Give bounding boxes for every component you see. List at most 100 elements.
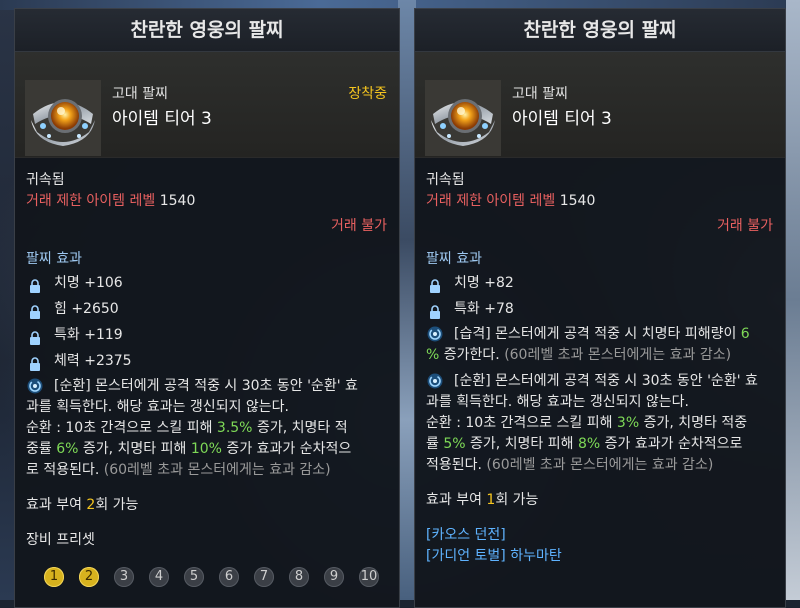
grant-value: 2 <box>86 497 96 513</box>
preset-7[interactable]: 7 <box>254 567 274 587</box>
equipment-preset-label: 장비 프리셋 <box>26 532 95 548</box>
acquisition-link-chaos-dungeon[interactable]: [카오스 던전] <box>426 525 773 546</box>
effect-value: 6 <box>740 326 750 342</box>
effect-cycle: [순환] 몬스터에게 공격 적중 시 30초 동안 '순환' 효 <box>26 376 387 397</box>
bracelet-icon <box>425 80 501 156</box>
effect-text: 순환 : 10초 간격으로 스킬 피해 <box>26 420 217 436</box>
item-grade: 고대 팔찌 <box>512 86 568 102</box>
stat-row: 특화 +119 <box>26 322 387 348</box>
item-tooltip-equipped: 찬란한 영웅의 팔찌 고대 팔찌 아이템 티어 3 장착중 귀속됨 거래 제한 … <box>14 8 400 608</box>
item-tooltip-compare: 찬란한 영웅의 팔찌 고대 팔찌 아이템 티어 3 귀속됨 거래 제한 아이템 … <box>414 8 786 608</box>
lock-icon <box>29 354 41 371</box>
item-grade: 고대 팔찌 <box>112 86 168 102</box>
effect-note: (60레벨 초과 몬스터에게는 효과 감소) <box>486 457 714 473</box>
equipment-preset-row: 1 2 3 4 5 6 7 8 9 10 <box>26 557 387 591</box>
item-title: 찬란한 영웅의 팔찌 <box>15 9 399 52</box>
effect-value: 6% <box>56 441 79 457</box>
trade-status: 거래 불가 <box>717 218 773 234</box>
preset-1[interactable]: 1 <box>44 567 64 587</box>
lock-icon <box>429 302 441 319</box>
effect-line: 로 적용된다. (60레벨 초과 몬스터에게는 효과 감소) <box>26 460 387 481</box>
effect-text: 증가, 치명타 피해 <box>465 436 578 452</box>
preset-6[interactable]: 6 <box>219 567 239 587</box>
stat-row: 치명 +82 <box>426 270 773 296</box>
effect-line: 순환 : 10초 간격으로 스킬 피해 3.5% 증가, 치명타 적 <box>26 418 387 439</box>
trade-level-value: 1540 <box>559 193 596 209</box>
item-header: 고대 팔찌 아이템 티어 3 장착중 <box>15 52 399 158</box>
effect-note: (60레벨 초과 몬스터에게는 효과 감소) <box>103 462 331 478</box>
item-details: 귀속됨 거래 제한 아이템 레벨 1540 거래 불가 팔찌 효과 치명 +82… <box>415 158 785 567</box>
bound-status: 귀속됨 <box>426 172 465 188</box>
stat-text: 특화 +119 <box>54 327 123 343</box>
item-tier: 아이템 티어 3 <box>512 109 612 129</box>
preset-10[interactable]: 10 <box>359 567 379 587</box>
trade-level-label: 거래 제한 아이템 레벨 <box>426 193 556 209</box>
effect-line: 순환 : 10초 간격으로 스킬 피해 3% 증가, 치명타 적중 <box>426 413 773 434</box>
effect-line: 중률 6% 증가, 치명타 피해 10% 증가 효과가 순차적으 <box>26 439 387 460</box>
preset-3[interactable]: 3 <box>114 567 134 587</box>
effect-text: 증가 효과가 순차적으로 <box>600 436 743 452</box>
effect-cycle: [순환] 몬스터에게 공격 적중 시 30초 동안 '순환' 효 <box>426 371 773 392</box>
preset-4[interactable]: 4 <box>149 567 169 587</box>
effect-value: 3% <box>616 415 640 431</box>
effect-text: 증가, 치명타 피해 <box>78 441 191 457</box>
stat-row: 치명 +106 <box>26 270 387 296</box>
preset-5[interactable]: 5 <box>184 567 204 587</box>
stat-text: 체력 +2375 <box>54 353 132 369</box>
trade-level-restriction: 거래 제한 아이템 레벨 1540 <box>426 191 773 212</box>
effect-grant-count: 효과 부여 2회 가능 <box>26 495 387 516</box>
background-right-strip <box>786 0 800 600</box>
item-header: 고대 팔찌 아이템 티어 3 <box>415 52 785 158</box>
effect-grant-count: 효과 부여 1회 가능 <box>426 490 773 511</box>
equipped-badge: 장착중 <box>348 86 387 102</box>
effects-header: 팔찌 효과 <box>426 251 482 267</box>
effect-value: 3.5% <box>216 420 253 436</box>
effect-text: 적용된다. <box>426 457 487 473</box>
effect-text: 증가, 치명타 적중 <box>639 415 748 431</box>
effects-header: 팔찌 효과 <box>26 251 82 267</box>
grant-value: 1 <box>486 492 496 508</box>
trade-status: 거래 불가 <box>331 218 387 234</box>
effect-text: 증가, 치명타 적 <box>252 420 348 436</box>
effect-text: 률 <box>426 436 444 452</box>
effect-value: % <box>426 347 440 363</box>
grant-text: 효과 부여 <box>426 492 487 508</box>
item-title: 찬란한 영웅의 팔찌 <box>415 9 785 52</box>
effect-line: [순환] 몬스터에게 공격 적중 시 30초 동안 '순환' 효 <box>54 378 358 394</box>
effect-raid: [습격] 몬스터에게 공격 적중 시 치명타 피해량이 6 <box>426 324 773 345</box>
effect-line: 률 5% 증가, 치명타 피해 8% 증가 효과가 순차적으로 <box>426 434 773 455</box>
swirl-icon <box>427 373 443 389</box>
acquisition-link-guardian-raid[interactable]: [가디언 토벌] 하누마탄 <box>426 546 773 567</box>
lock-icon <box>429 276 441 293</box>
item-tier: 아이템 티어 3 <box>112 109 212 129</box>
bound-status: 귀속됨 <box>26 172 65 188</box>
preset-9[interactable]: 9 <box>324 567 344 587</box>
effect-text: 순환 : 10초 간격으로 스킬 피해 <box>426 415 617 431</box>
grant-text: 회 가능 <box>95 497 139 513</box>
effect-line: 과를 획득한다. 해당 효과는 갱신되지 않는다. <box>26 399 289 415</box>
item-details: 귀속됨 거래 제한 아이템 레벨 1540 거래 불가 팔찌 효과 치명 +10… <box>15 158 399 591</box>
effect-line: % 증가한다. (60레벨 초과 몬스터에게는 효과 감소) <box>426 345 773 366</box>
lock-icon <box>29 328 41 345</box>
bracelet-icon <box>25 80 101 156</box>
effect-value: 5% <box>443 436 466 452</box>
trade-level-value: 1540 <box>159 193 196 209</box>
stat-row: 힘 +2650 <box>26 296 387 322</box>
effect-line: [순환] 몬스터에게 공격 적중 시 30초 동안 '순환' 효 <box>454 373 758 389</box>
stat-text: 힘 +2650 <box>54 301 119 317</box>
swirl-icon <box>27 378 43 394</box>
preset-2[interactable]: 2 <box>79 567 99 587</box>
effect-value: 8% <box>577 436 601 452</box>
stat-text: 특화 +78 <box>454 301 514 317</box>
preset-8[interactable]: 8 <box>289 567 309 587</box>
effect-note: (60레벨 초과 몬스터에게는 효과 감소) <box>504 347 732 363</box>
stat-row: 체력 +2375 <box>26 348 387 374</box>
lock-icon <box>29 276 41 293</box>
grant-text: 회 가능 <box>495 492 539 508</box>
effect-line: 과를 획득한다. 해당 효과는 갱신되지 않는다. <box>426 394 689 410</box>
stat-text: 치명 +82 <box>454 275 514 291</box>
stat-text: 치명 +106 <box>54 275 123 291</box>
effect-text: 중률 <box>26 441 57 457</box>
effect-text: 로 적용된다. <box>26 462 104 478</box>
effect-text: 증가 효과가 순차적으 <box>221 441 352 457</box>
